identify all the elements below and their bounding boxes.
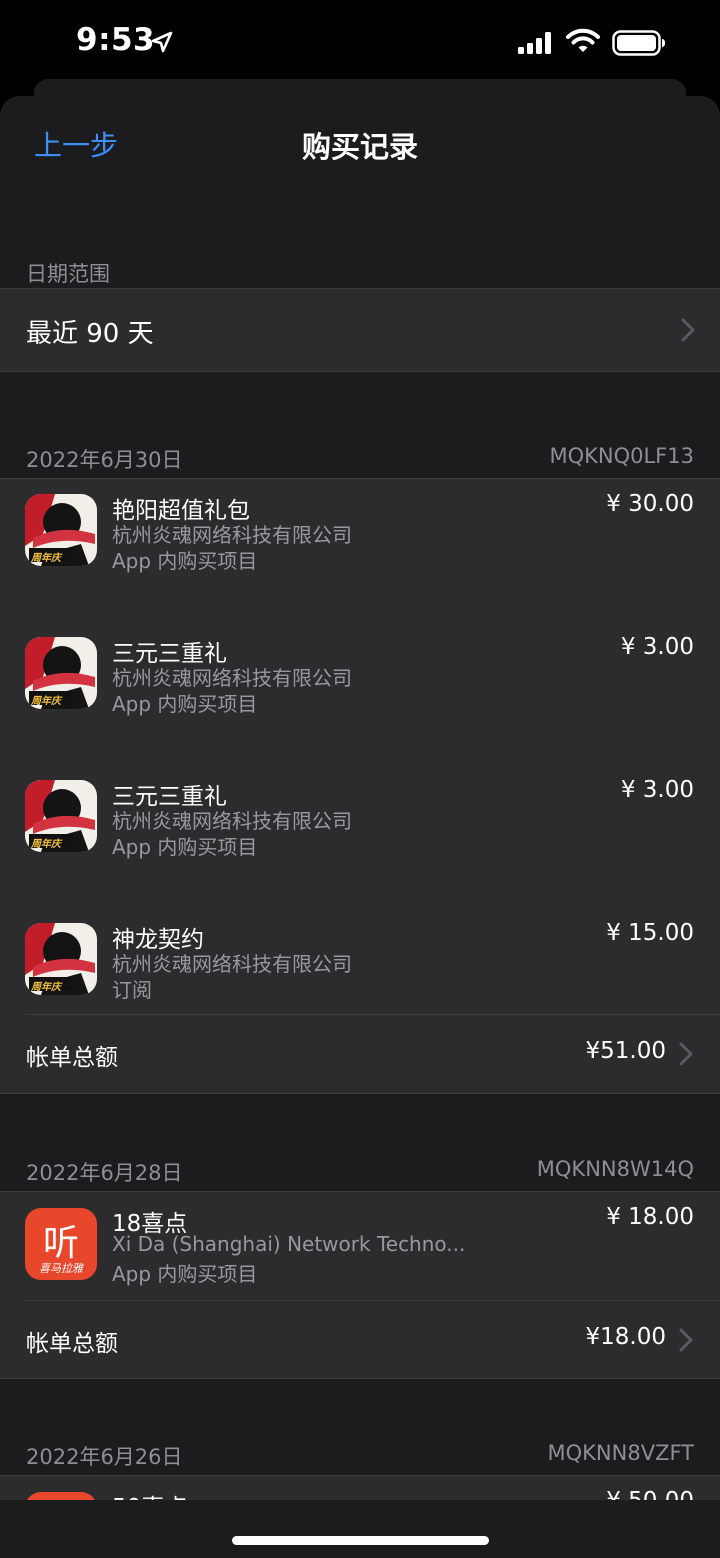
- bill-total-row[interactable]: 帐单总额 ¥51.00: [0, 1015, 720, 1093]
- app-icon-badge: 周年庆: [31, 553, 61, 564]
- cellular-signal-icon: [518, 32, 551, 54]
- item-type: App 内购买项目: [112, 692, 258, 716]
- order-date: 2022年6月26日: [26, 1445, 183, 1469]
- location-arrow-icon: [151, 31, 173, 53]
- home-indicator[interactable]: [232, 1536, 489, 1545]
- app-icon-badge: 周年庆: [31, 839, 61, 850]
- purchase-item[interactable]: 周年庆 三元三重礼 杭州炎魂网络科技有限公司 App 内购买项目 ¥ 3.00: [0, 621, 720, 751]
- page-title: 购买记录: [301, 130, 418, 164]
- chevron-right-icon: [679, 1042, 693, 1066]
- purchase-item[interactable]: 周年庆 三元三重礼 杭州炎魂网络科技有限公司 App 内购买项目 ¥ 3.00: [0, 764, 720, 894]
- order-card: 听 喜马拉雅 18喜点 Xi Da (Shanghai) Network Tec…: [0, 1191, 720, 1379]
- ninja-game-icon: 周年庆: [25, 923, 97, 995]
- home-indicator-area: [0, 1500, 720, 1558]
- order-id: MQKNN8VZFT: [547, 1441, 695, 1465]
- bill-total-label: 帐单总额: [26, 1331, 118, 1357]
- ting-audio-app-icon: 听 喜马拉雅: [25, 1208, 97, 1280]
- item-price: ¥ 15.00: [606, 920, 694, 946]
- wifi-icon: [566, 28, 600, 52]
- item-price: ¥ 30.00: [606, 491, 694, 517]
- purchase-item[interactable]: 周年庆 艳阳超值礼包 杭州炎魂网络科技有限公司 App 内购买项目 ¥ 30.0…: [0, 478, 720, 608]
- ninja-game-icon: 周年庆: [25, 637, 97, 709]
- app-icon-badge: 周年庆: [31, 696, 61, 707]
- item-type: App 内购买项目: [112, 835, 258, 859]
- item-type: App 内购买项目: [112, 1262, 258, 1286]
- item-type: 订阅: [112, 978, 152, 1002]
- date-range-row[interactable]: 最近 90 天: [0, 288, 720, 372]
- ninja-game-icon: 周年庆: [25, 494, 97, 566]
- battery-icon: [612, 30, 665, 56]
- date-range-section-label: 日期范围: [26, 262, 110, 286]
- date-range-value: 最近 90 天: [26, 319, 154, 349]
- bill-total-row[interactable]: 帐单总额 ¥18.00: [0, 1301, 720, 1378]
- bill-total-value: ¥18.00: [585, 1324, 666, 1350]
- status-time: 9:53: [76, 22, 156, 58]
- app-icon-badge: 周年庆: [31, 982, 61, 993]
- app-icon-subtext: 喜马拉雅: [39, 1262, 83, 1275]
- order-card: 周年庆 艳阳超值礼包 杭州炎魂网络科技有限公司 App 内购买项目 ¥ 30.0…: [0, 478, 720, 1094]
- order-date: 2022年6月30日: [26, 448, 183, 472]
- item-type: App 内购买项目: [112, 549, 258, 573]
- item-developer: 杭州炎魂网络科技有限公司: [112, 523, 352, 547]
- order-id: MQKNN8W14Q: [536, 1157, 694, 1181]
- purchase-item[interactable]: 听 喜马拉雅 18喜点 Xi Da (Shanghai) Network Tec…: [0, 1191, 720, 1301]
- chevron-right-icon: [679, 1328, 693, 1352]
- bill-total-value: ¥51.00: [585, 1038, 666, 1064]
- ninja-game-icon: 周年庆: [25, 780, 97, 852]
- order-date: 2022年6月28日: [26, 1161, 183, 1185]
- item-developer: 杭州炎魂网络科技有限公司: [112, 952, 352, 976]
- order-id: MQKNQ0LF13: [549, 444, 694, 468]
- item-developer: 杭州炎魂网络科技有限公司: [112, 666, 352, 690]
- item-price: ¥ 3.00: [620, 777, 694, 803]
- purchase-history-sheet: 上一步 购买记录 日期范围 最近 90 天 2022年6月30日 MQKNQ0L…: [0, 96, 720, 1558]
- bill-total-label: 帐单总额: [26, 1045, 118, 1071]
- app-icon-glyph: 听: [42, 1223, 79, 1264]
- navigation-bar: 上一步 购买记录: [0, 96, 720, 192]
- chevron-right-icon: [681, 318, 695, 342]
- item-price: ¥ 3.00: [620, 634, 694, 660]
- item-developer: 杭州炎魂网络科技有限公司: [112, 809, 352, 833]
- item-developer: Xi Da (Shanghai) Network Techno...: [112, 1232, 466, 1256]
- item-price: ¥ 18.00: [606, 1204, 694, 1230]
